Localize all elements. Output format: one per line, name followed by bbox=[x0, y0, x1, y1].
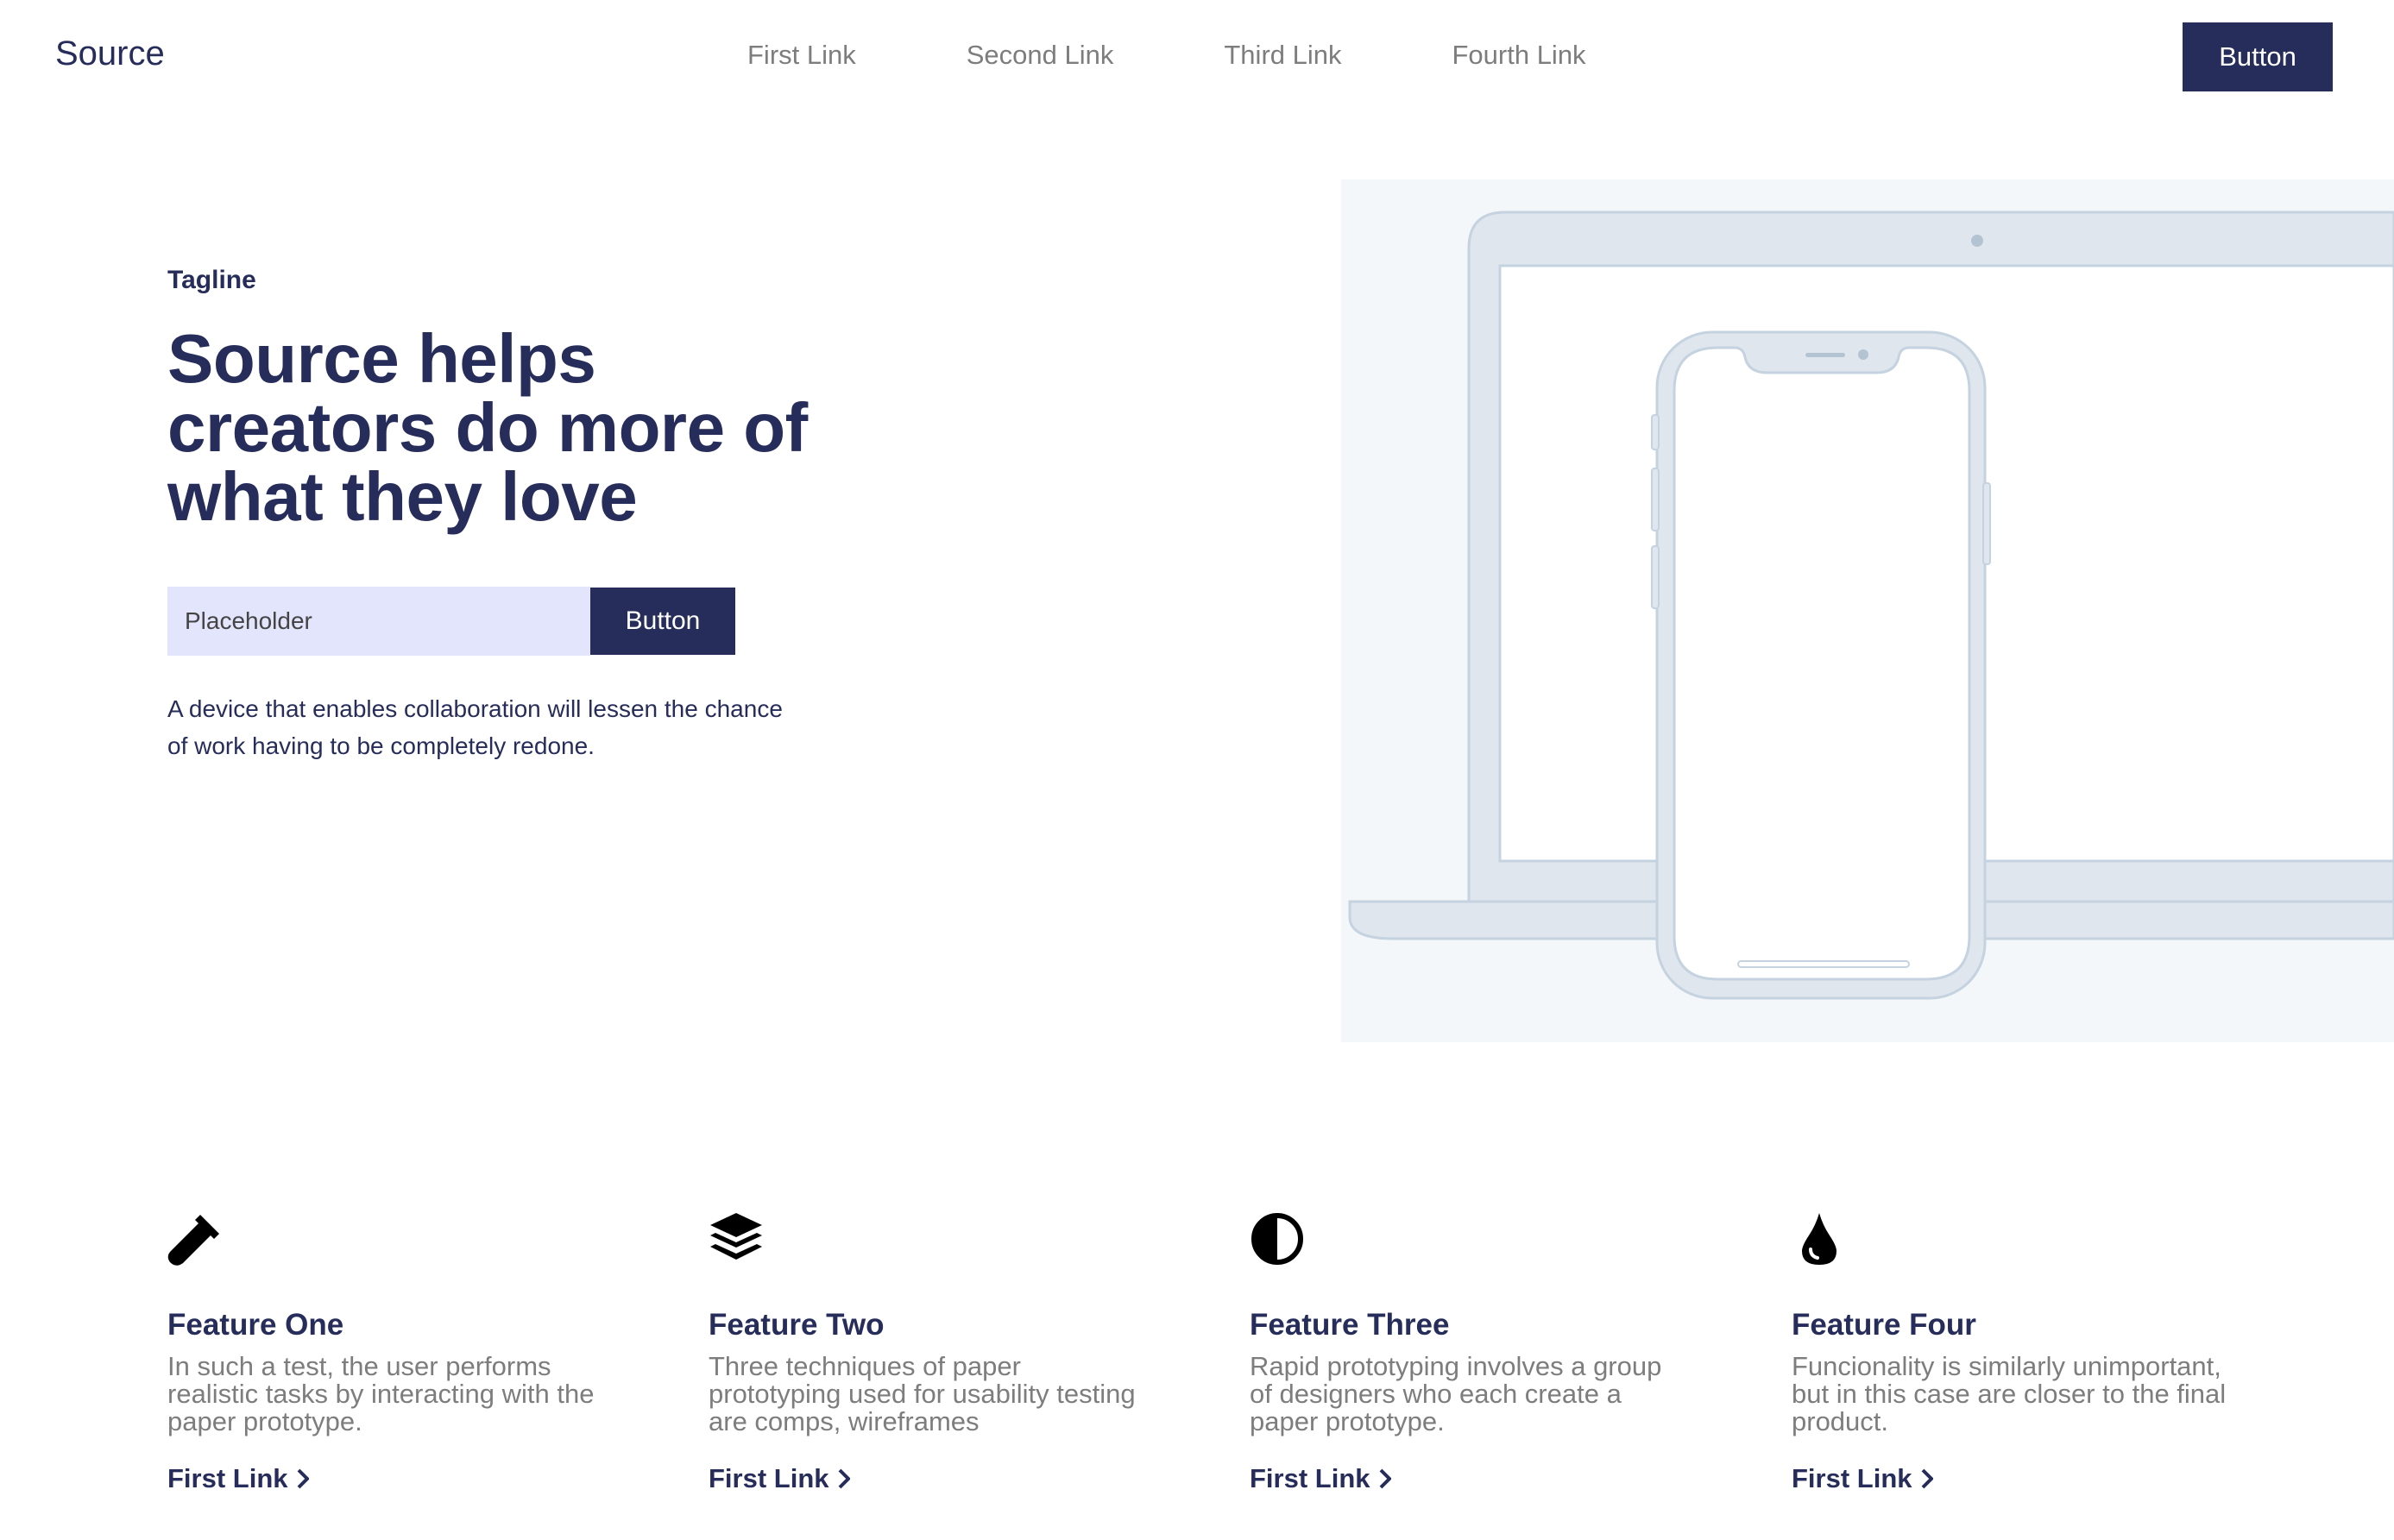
droplet-icon bbox=[1802, 1213, 1836, 1265]
header-button[interactable]: Button bbox=[2183, 22, 2333, 91]
feature-link[interactable]: First Link bbox=[709, 1463, 850, 1494]
phone-screen bbox=[1673, 346, 1971, 981]
landing-page: Source First Link Second Link Third Link… bbox=[0, 0, 2394, 1540]
phone-side-button bbox=[1982, 482, 1991, 565]
phone-side-button bbox=[1651, 545, 1660, 609]
chevron-right-icon bbox=[297, 1468, 309, 1489]
test-tube-icon bbox=[167, 1215, 219, 1266]
phone-camera bbox=[1858, 349, 1868, 360]
feature-text: In such a test, the user performs realis… bbox=[167, 1351, 595, 1436]
phone-side-button bbox=[1651, 468, 1660, 531]
site-header: Source First Link Second Link Third Link… bbox=[0, 0, 2394, 114]
phone-speaker bbox=[1805, 353, 1845, 357]
feature-title: Feature Four bbox=[1792, 1308, 1976, 1342]
hero-tagline: Tagline bbox=[167, 266, 256, 294]
feature-link-label: First Link bbox=[1250, 1463, 1370, 1493]
laptop-camera bbox=[1971, 235, 1983, 247]
chevron-right-icon bbox=[838, 1468, 850, 1489]
laptop-phone-illustration bbox=[1348, 211, 2394, 1000]
hero-description: A device that enables collaboration will… bbox=[167, 695, 783, 759]
feature-card: Feature Three Rapid prototyping involves… bbox=[1250, 1211, 1733, 1493]
feature-text: Rapid prototyping involves a group of de… bbox=[1250, 1351, 1662, 1436]
nav-link-fourth[interactable]: Fourth Link bbox=[1452, 40, 1585, 71]
signup-button[interactable]: Button bbox=[590, 588, 735, 655]
nav-link-third[interactable]: Third Link bbox=[1224, 40, 1341, 71]
feature-title: Feature One bbox=[167, 1308, 344, 1342]
layers-icon bbox=[710, 1213, 762, 1260]
feature-title: Feature Three bbox=[1250, 1308, 1450, 1342]
feature-link-label: First Link bbox=[1792, 1463, 1912, 1493]
feature-title: Feature Two bbox=[709, 1308, 885, 1342]
feature-link-label: First Link bbox=[167, 1463, 288, 1493]
feature-text: Funcionality is similarly unimportant, b… bbox=[1792, 1351, 2227, 1436]
signup-form: Button bbox=[167, 587, 735, 656]
feature-link[interactable]: First Link bbox=[1250, 1463, 1391, 1494]
phone-home-indicator bbox=[1737, 960, 1910, 968]
phone-side-button bbox=[1651, 414, 1660, 450]
feature-card: Feature One In such a test, the user per… bbox=[167, 1211, 651, 1493]
feature-card: Feature Two Three techniques of paper pr… bbox=[709, 1211, 1192, 1493]
nav-link-first[interactable]: First Link bbox=[747, 40, 856, 71]
signup-input[interactable] bbox=[167, 587, 590, 656]
half-circle-contrast-icon bbox=[1251, 1213, 1303, 1265]
feature-text: Three techniques of paper prototyping us… bbox=[709, 1351, 1136, 1436]
feature-card: Feature Four Funcionality is similarly u… bbox=[1792, 1211, 2275, 1493]
feature-link[interactable]: First Link bbox=[167, 1463, 309, 1494]
device-illustration bbox=[1341, 179, 2394, 1042]
feature-link[interactable]: First Link bbox=[1792, 1463, 1933, 1494]
logo[interactable]: Source bbox=[55, 35, 165, 73]
chevron-right-icon bbox=[1379, 1468, 1391, 1489]
chevron-right-icon bbox=[1921, 1468, 1933, 1489]
hero-title: Source helps creators do more of what th… bbox=[167, 320, 808, 535]
main-nav: First Link Second Link Third Link Fourth… bbox=[747, 40, 1586, 71]
nav-link-second[interactable]: Second Link bbox=[967, 40, 1114, 71]
feature-link-label: First Link bbox=[709, 1463, 829, 1493]
